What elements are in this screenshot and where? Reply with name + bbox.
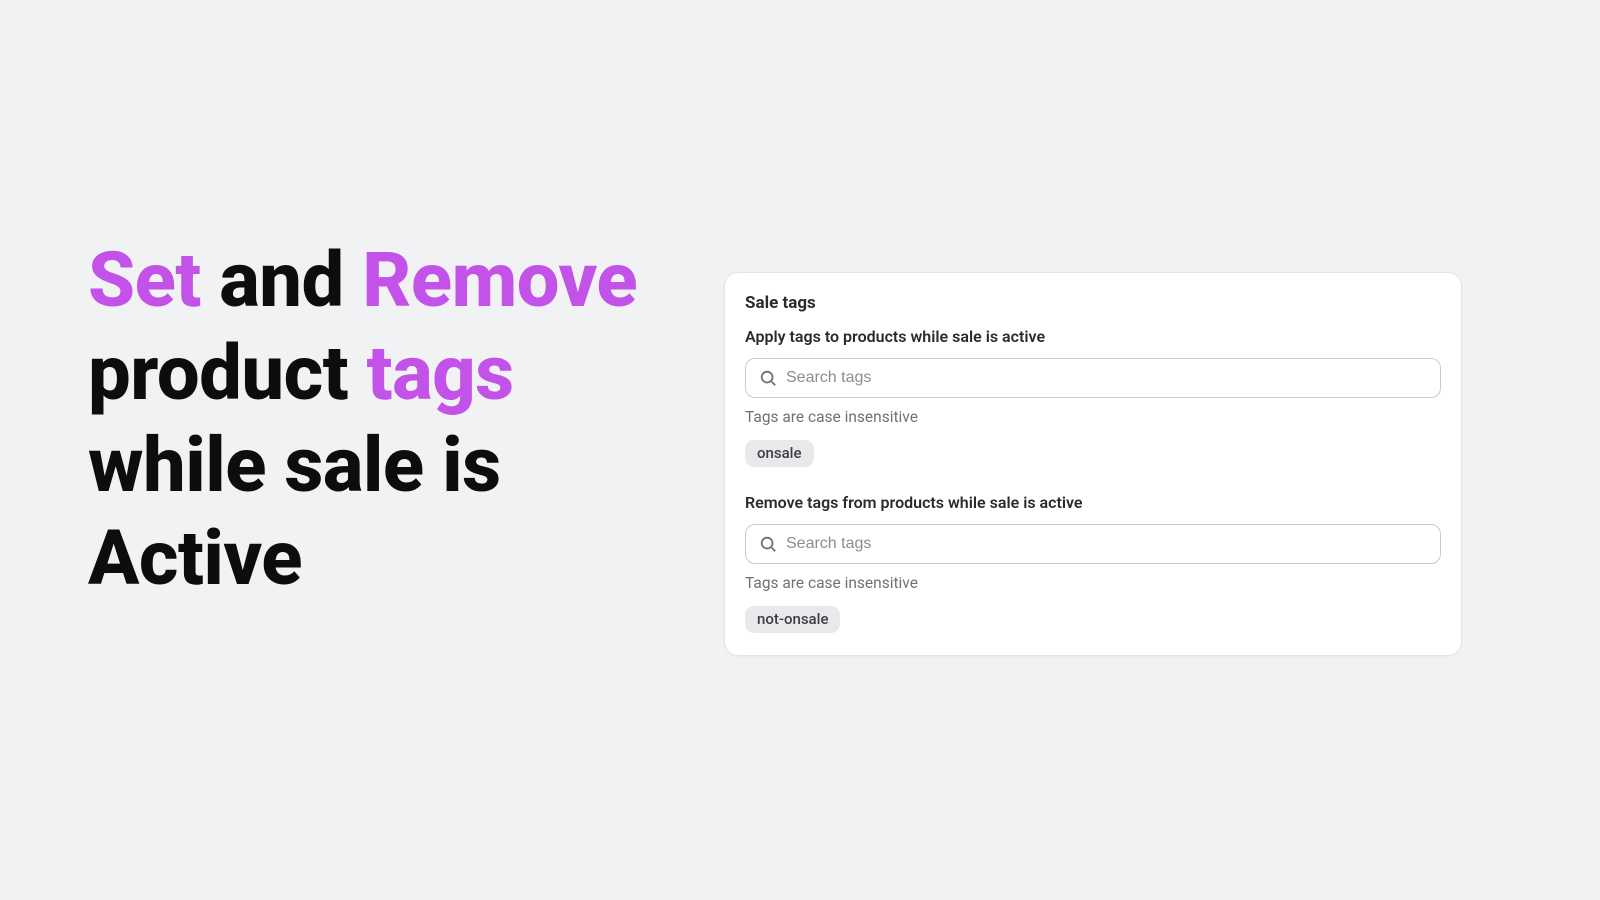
card-title: Sale tags [745, 293, 1441, 313]
apply-tags-hint: Tags are case insensitive [745, 408, 1441, 426]
apply-tags-search-input[interactable] [745, 358, 1441, 398]
headline-word-tags: tags [367, 328, 514, 418]
remove-tags-section: Remove tags from products while sale is … [745, 493, 1441, 633]
remove-tags-search-input[interactable] [745, 524, 1441, 564]
apply-tags-list: onsale [745, 440, 1441, 467]
page-headline: Set and Remove product tags while sale i… [88, 234, 648, 605]
apply-tags-section: Apply tags to products while sale is act… [745, 327, 1441, 467]
headline-word-and: and [201, 235, 362, 325]
remove-tags-hint: Tags are case insensitive [745, 574, 1441, 592]
tag-chip[interactable]: not-onsale [745, 606, 840, 633]
remove-tags-input-wrap [745, 524, 1441, 564]
apply-tags-input-wrap [745, 358, 1441, 398]
headline-word-rest: while sale is Active [88, 420, 501, 603]
apply-tags-label: Apply tags to products while sale is act… [745, 327, 1441, 346]
remove-tags-label: Remove tags from products while sale is … [745, 493, 1441, 512]
headline-word-remove: Remove [362, 235, 637, 325]
headline-word-product: product [88, 328, 367, 418]
sale-tags-card: Sale tags Apply tags to products while s… [724, 272, 1462, 656]
headline-word-set: Set [88, 235, 201, 325]
remove-tags-list: not-onsale [745, 606, 1441, 633]
tag-chip[interactable]: onsale [745, 440, 814, 467]
